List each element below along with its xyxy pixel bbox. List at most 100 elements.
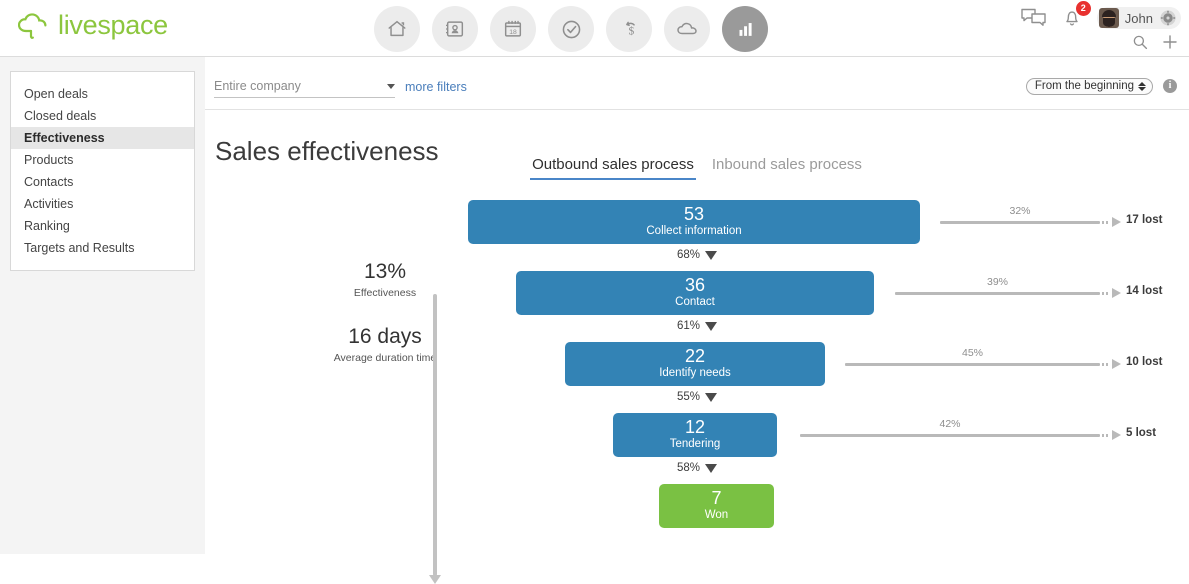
funnel-loss-indicator: 45% 10 lost [845, 347, 1163, 374]
sidebar-item-contacts[interactable]: Contacts [11, 171, 194, 193]
triangle-down-icon [705, 393, 718, 402]
company-select[interactable]: Entire company [214, 79, 395, 98]
brand-name: livespace [58, 10, 168, 40]
home-icon [388, 20, 406, 37]
period-select[interactable]: From the beginning [1025, 78, 1153, 95]
chat-button[interactable] [1021, 7, 1047, 29]
funnel-bar-label: Collect information [646, 225, 742, 237]
loss-line [895, 292, 1100, 295]
nav-calendar-button[interactable]: 18 [490, 6, 536, 52]
tab-inbound-sales-process[interactable]: Inbound sales process [710, 156, 864, 180]
sidebar-item-ranking[interactable]: Ranking [11, 215, 194, 237]
conversion-rate: 68% [205, 244, 1189, 266]
primary-nav: 18 $ [374, 6, 768, 52]
funnel-stage-row: 36 Contact 39% 14 lost [205, 271, 1189, 315]
funnel-bar-label: Contact [675, 296, 715, 308]
sidebar-item-label: Contacts [24, 175, 74, 189]
timeline-arrow-icon [429, 575, 441, 584]
info-icon[interactable]: i [1163, 79, 1177, 93]
user-menu[interactable]: John [1096, 7, 1181, 29]
funnel-bar-value: 7 [711, 488, 722, 508]
dollar-cycle-icon: $ [625, 21, 635, 37]
sidebar-item-label: Ranking [24, 219, 70, 233]
loss-dots-icon [1102, 292, 1108, 295]
top-bar: livespace 18 $ 2 John [0, 0, 1189, 57]
loss-percent: 42% [939, 418, 961, 430]
gear-icon[interactable] [1159, 9, 1177, 27]
funnel-bar-value: 36 [684, 275, 706, 295]
funnel-bar-label: Identify needs [659, 367, 731, 379]
sidebar-item-label: Targets and Results [24, 241, 135, 255]
brand-logo[interactable]: livespace [18, 10, 168, 41]
company-select-value: Entire company [214, 79, 301, 93]
sidebar-item-label: Products [24, 153, 74, 167]
nav-cloud-button[interactable] [664, 6, 710, 52]
loss-arrow-icon [1112, 359, 1121, 369]
sidebar-item-closed-deals[interactable]: Closed deals [11, 105, 194, 127]
loss-percent: 32% [1009, 205, 1031, 217]
sidebar-item-open-deals[interactable]: Open deals [11, 83, 194, 105]
loss-dots-icon [1102, 221, 1108, 224]
funnel-bar-value: 22 [684, 346, 706, 366]
loss-label: 17 lost [1126, 214, 1163, 226]
funnel-stage-row: 12 Tendering 42% 5 lost [205, 413, 1189, 457]
funnel-bar-won[interactable]: 7 Won [659, 484, 774, 528]
funnel-bar-collect-information[interactable]: 53 Collect information [468, 200, 920, 244]
funnel-loss-indicator: 32% 17 lost [940, 205, 1163, 232]
loss-line [940, 221, 1100, 224]
funnel-bar-label: Tendering [669, 438, 721, 450]
period-select-value: From the beginning [1034, 80, 1134, 92]
funnel-chart: 13% Effectiveness 16 days Average durati… [205, 200, 1189, 584]
bar-chart-icon [739, 23, 752, 36]
cloud-logo-icon [18, 12, 47, 39]
chat-bubbles-icon [1021, 8, 1046, 26]
more-filters-link[interactable]: more filters [405, 80, 467, 94]
check-circle-icon [562, 20, 580, 38]
sidebar-card: Open deals Closed deals Effectiveness Produ… [10, 71, 195, 271]
funnel-bar-tendering[interactable]: 12 Tendering [613, 413, 777, 457]
funnel-loss-indicator: 42% 5 lost [800, 418, 1160, 445]
calendar-icon: 18 [504, 20, 522, 37]
stepper-arrows-icon [1138, 81, 1146, 91]
filter-bar: Entire company more filters From the beg… [205, 67, 1189, 110]
account-cluster: 2 John [1021, 1, 1181, 30]
tab-outbound-sales-process[interactable]: Outbound sales process [530, 156, 696, 180]
triangle-down-icon [705, 251, 718, 260]
loss-arrow-icon [1112, 430, 1121, 440]
sidebar-item-targets-and-results[interactable]: Targets and Results [11, 237, 194, 259]
funnel-stage-row: 53 Collect information 32% 17 lost [205, 200, 1189, 244]
sidebar-item-products[interactable]: Products [11, 149, 194, 171]
nav-contacts-button[interactable] [432, 6, 478, 52]
loss-line [845, 363, 1100, 366]
nav-home-button[interactable] [374, 6, 420, 52]
nav-tasks-button[interactable] [548, 6, 594, 52]
funnel-stage-row: 22 Identify needs 45% 10 lost [205, 342, 1189, 386]
sidebar-item-activities[interactable]: Activities [11, 193, 194, 215]
conversion-rate-value: 68% [676, 249, 701, 261]
funnel-bar-contact[interactable]: 36 Contact [516, 271, 874, 315]
loss-line [800, 434, 1100, 437]
chevron-down-icon [387, 83, 395, 89]
funnel-bar-identify-needs[interactable]: 22 Identify needs [565, 342, 825, 386]
loss-dots-icon [1102, 434, 1108, 437]
main-content: Entire company more filters From the beg… [205, 57, 1189, 584]
plus-icon[interactable] [1161, 33, 1179, 51]
funnel-loss-indicator: 39% 14 lost [895, 276, 1163, 303]
avatar [1098, 8, 1119, 28]
nav-sales-button[interactable]: $ [606, 6, 652, 52]
sidebar-item-effectiveness[interactable]: Effectiveness [11, 127, 194, 149]
triangle-down-icon [705, 322, 718, 331]
conversion-rate: 61% [205, 315, 1189, 337]
loss-label: 10 lost [1126, 356, 1163, 368]
loss-label: 5 lost [1126, 427, 1157, 439]
loss-percent: 39% [986, 276, 1008, 288]
notification-badge: 2 [1075, 1, 1091, 16]
funnel-bar-value: 12 [684, 417, 706, 437]
conversion-rate-value: 58% [676, 462, 701, 474]
notifications-button[interactable]: 2 [1061, 1, 1091, 30]
nav-reports-button[interactable] [722, 6, 768, 52]
funnel-stage-row: 7 Won [205, 484, 1189, 528]
search-icon[interactable] [1131, 33, 1149, 51]
conversion-rate: 58% [205, 457, 1189, 479]
loss-label: 14 lost [1126, 285, 1163, 297]
